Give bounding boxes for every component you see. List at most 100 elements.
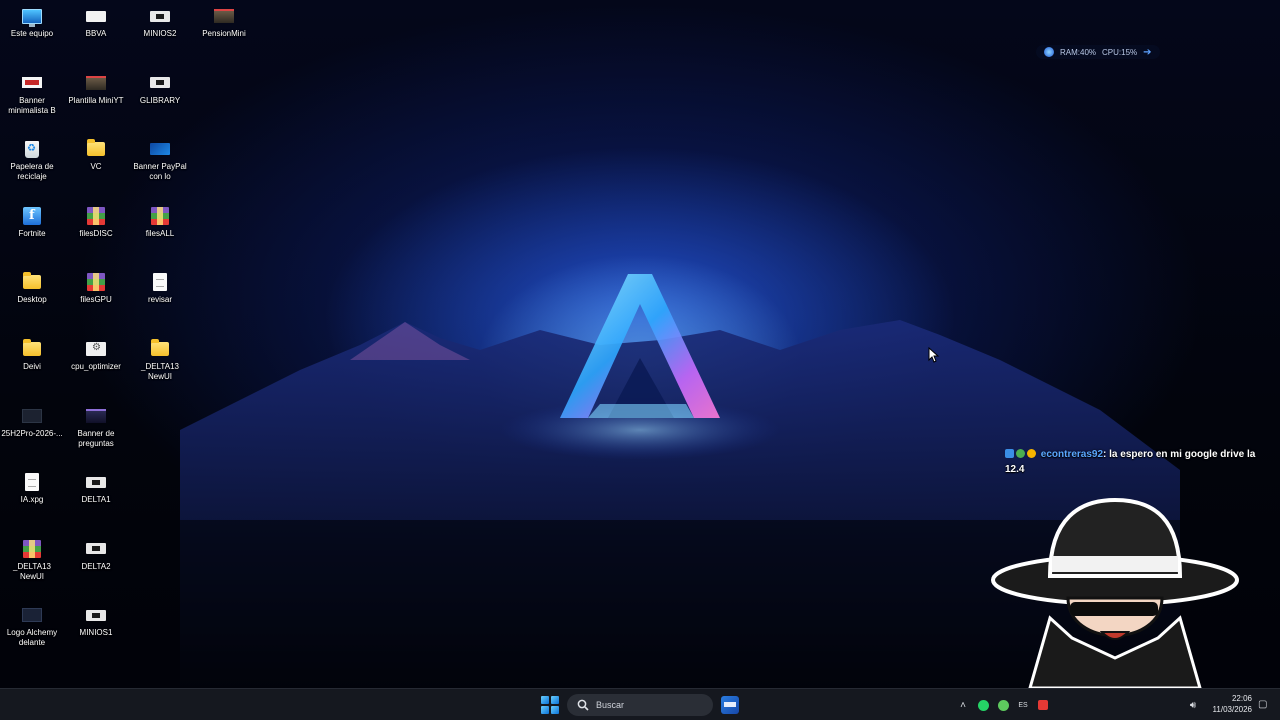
desktop-icon[interactable]: revisar xyxy=(128,272,192,305)
winrar-archive-icon xyxy=(22,539,42,559)
desktop-icon-label: _DELTA13 NewUI xyxy=(13,561,51,581)
desktop-icon[interactable]: PensionMini xyxy=(192,6,256,39)
taskbar-clock[interactable]: 22:06 11/03/2026 xyxy=(1206,693,1252,715)
desktop-icon[interactable]: Este equipo xyxy=(0,6,64,39)
folder-icon xyxy=(22,272,42,292)
desktop-icon[interactable]: GLIBRARY xyxy=(128,73,192,106)
sync-icon[interactable] xyxy=(996,698,1010,712)
text-document-icon xyxy=(150,272,170,292)
desktop-icon[interactable]: VC xyxy=(64,139,128,172)
desktop-icon-label: BBVA xyxy=(85,29,107,38)
folder-icon xyxy=(86,139,106,159)
image-file-icon xyxy=(86,406,106,426)
ram-usage: RAM:40% xyxy=(1060,47,1097,57)
desktop-icon[interactable]: MINIOS2 xyxy=(128,6,192,39)
text-document-icon xyxy=(22,472,42,492)
streamer-avatar-detective xyxy=(991,498,1239,688)
tier-badge-icon xyxy=(1027,449,1036,458)
image-file-icon xyxy=(22,406,42,426)
keyboard-layout-icon[interactable]: ES xyxy=(1016,698,1030,712)
chevron-up-icon[interactable]: ˄ xyxy=(956,698,970,712)
desktop-icon[interactable]: IA.xpg xyxy=(0,472,64,505)
desktop-icon[interactable]: _DELTA13 NewUI xyxy=(0,539,64,582)
desktop-icon-label: PensionMini xyxy=(202,29,246,38)
shortcut-icon xyxy=(86,6,106,26)
desktop-icon-label: MINIOS2 xyxy=(143,29,177,38)
alchemy-logo-mark xyxy=(560,274,720,418)
desktop-icon-label: VC xyxy=(90,162,102,172)
recycle-bin-icon xyxy=(22,139,42,159)
taskbar-search-box[interactable]: Buscar xyxy=(567,694,713,716)
image-file-icon xyxy=(22,73,42,93)
desktop-icon-label: DELTA1 xyxy=(81,495,111,505)
desktop-icon[interactable]: Logo Alchemy delante xyxy=(0,605,64,648)
desktop-icon[interactable]: cpu_optimizer xyxy=(64,339,128,372)
folder-icon xyxy=(22,339,42,359)
volume-icon[interactable]: 🔊︎ xyxy=(1186,698,1200,712)
desktop-icon-label: Banner minimalista B xyxy=(8,95,56,115)
winrar-archive-icon xyxy=(150,206,170,226)
desktop-icon[interactable]: filesGPU xyxy=(64,272,128,305)
arrow-right-icon[interactable]: ➔ xyxy=(1143,47,1151,58)
desktop-icon-label: revisar xyxy=(147,295,172,305)
desktop-icon-label: _DELTA13 NewUI xyxy=(141,362,179,381)
desktop-icon[interactable]: Banner PayPal con lo xyxy=(128,139,192,182)
system-monitor-widget[interactable]: RAM:40% CPU:15% ➔ xyxy=(1036,45,1160,59)
settings-file-icon xyxy=(86,339,106,359)
desktop-icon-label: Papelera de reciclaje xyxy=(10,162,54,182)
desktop-icon[interactable]: DELTA1 xyxy=(64,472,128,505)
desktop-icon[interactable]: Banner de preguntas xyxy=(64,406,128,449)
clock-time: 22:06 xyxy=(1231,694,1252,703)
desktop-icon[interactable]: _DELTA13 NewUI xyxy=(128,339,192,382)
desktop-icon-label: cpu_optimizer xyxy=(71,362,121,371)
desktop-icon[interactable]: MINIOS1 xyxy=(64,605,128,638)
chat-overlay: econtreras92: la espero en mi google dri… xyxy=(1005,447,1267,477)
desktop-icon-label: DELTA2 xyxy=(81,561,111,571)
desktop-icon[interactable]: Papelera de reciclaje xyxy=(0,139,64,182)
mic-orb-icon xyxy=(1044,47,1054,57)
notification-bell-icon[interactable]: ▢ xyxy=(1258,699,1270,711)
whatsapp-icon[interactable] xyxy=(976,698,990,712)
search-placeholder: Buscar xyxy=(596,700,625,710)
desktop-icon-label: IA.xpg xyxy=(20,495,44,505)
desktop-icon[interactable]: Banner minimalista B xyxy=(0,73,64,116)
shortcut-icon xyxy=(86,472,106,492)
app-tray-icon[interactable] xyxy=(1036,698,1050,712)
desktop-icon-label: Este equipo xyxy=(10,29,54,38)
fortnite-icon xyxy=(22,206,42,226)
desktop-icon-label: MINIOS1 xyxy=(79,628,113,638)
monitor-icon xyxy=(22,6,42,27)
subscriber-badge-icon xyxy=(1005,449,1014,458)
mouse-pointer-icon xyxy=(928,347,940,363)
desktop-icon[interactable]: Deivi xyxy=(0,339,64,372)
desktop-icon-label: Deivi xyxy=(23,362,41,371)
desktop-icon-label: Banner PayPal con lo xyxy=(133,162,187,182)
winrar-archive-icon xyxy=(86,206,106,226)
chat-username: econtreras92 xyxy=(1040,449,1104,460)
desktop-icon[interactable]: Fortnite xyxy=(0,206,64,239)
desktop-icon[interactable]: filesALL xyxy=(128,206,192,239)
shortcut-icon xyxy=(150,6,170,26)
clock-date: 11/03/2026 xyxy=(1212,705,1252,714)
image-file-icon xyxy=(214,6,234,26)
desktop-icon[interactable]: BBVA xyxy=(64,6,128,39)
desktop-icon-label: filesGPU xyxy=(80,295,112,305)
start-button[interactable] xyxy=(541,696,560,715)
desktop-wallpaper: Este equipo BBVA MINIOS2 PensionMini Banner … xyxy=(0,0,1280,688)
shortcut-icon xyxy=(150,73,170,93)
desktop-icon-label: Banner de preguntas xyxy=(77,428,115,448)
pinned-app-icon[interactable] xyxy=(721,696,739,714)
folder-icon xyxy=(150,339,170,359)
taskbar: Buscar ˄ ES 🔊︎ 22:06 11/03/2026 ▢ xyxy=(0,688,1280,720)
desktop-icon[interactable]: filesDISC xyxy=(64,206,128,239)
desktop-icon[interactable]: DELTA2 xyxy=(64,539,128,572)
desktop-icon[interactable]: Desktop xyxy=(0,272,64,305)
image-file-icon xyxy=(150,139,170,159)
desktop-icon-label: GLIBRARY xyxy=(139,95,181,105)
desktop-icon-label: Desktop xyxy=(17,295,47,305)
desktop-icon-label: filesALL xyxy=(145,228,175,238)
winrar-archive-icon xyxy=(86,272,106,292)
desktop-icon[interactable]: Plantilla MiniYT xyxy=(64,73,128,106)
desktop-icon[interactable]: 25H2Pro-2026-... xyxy=(0,406,64,439)
cpu-usage: CPU:15% xyxy=(1102,47,1138,57)
